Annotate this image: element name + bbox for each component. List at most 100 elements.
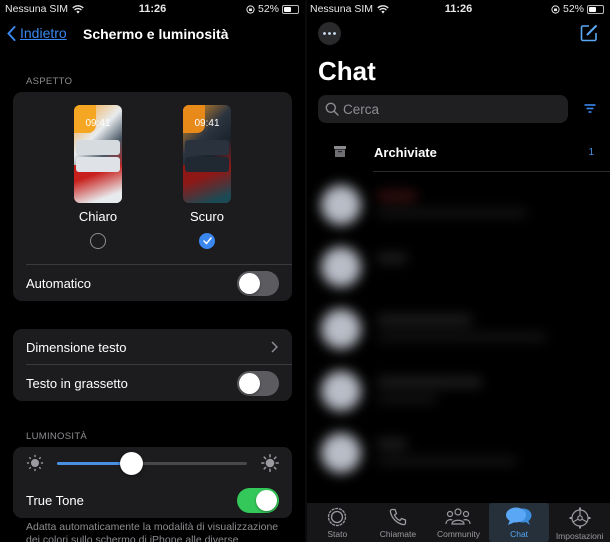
- appearance-section-label: ASPETTO: [26, 76, 73, 87]
- filter-icon[interactable]: [584, 104, 596, 113]
- tab-bar: Stato Chiamate Community Chat Impostazio…: [307, 503, 610, 542]
- avatar: [321, 247, 361, 287]
- search-placeholder: Cerca: [343, 101, 380, 117]
- true-tone-row: True Tone: [13, 482, 292, 518]
- chat-name-blurred: [377, 377, 482, 387]
- preview-time: 09:41: [85, 118, 111, 129]
- whatsapp-chats-screen: Nessuna SIM 11:26 52% Chat Cerca Archivi…: [307, 0, 610, 542]
- back-button[interactable]: Indietro: [7, 25, 67, 41]
- chat-preview-blurred: [377, 457, 517, 465]
- search-input[interactable]: Cerca: [318, 95, 568, 123]
- battery-percent: 52%: [562, 3, 584, 15]
- chevron-left-icon: [7, 25, 16, 41]
- checkmark-icon: [202, 237, 212, 245]
- chat-name-blurred: [377, 191, 417, 201]
- sun-large-icon: [261, 454, 279, 472]
- tab-chat[interactable]: Chat: [488, 503, 550, 542]
- light-mode-label: Chiaro: [78, 209, 118, 224]
- chat-name-blurred: [377, 253, 407, 263]
- true-tone-label: True Tone: [26, 492, 84, 508]
- tab-settings[interactable]: Impostazioni: [549, 503, 610, 542]
- compose-icon[interactable]: [580, 24, 598, 42]
- automatic-toggle[interactable]: [237, 270, 279, 296]
- light-mode-preview[interactable]: 09:41: [74, 105, 122, 203]
- light-mode-radio[interactable]: [90, 233, 106, 249]
- archived-label: Archiviate: [374, 145, 437, 160]
- archived-count: 1: [588, 147, 594, 158]
- preview-notification: [76, 140, 120, 155]
- true-tone-toggle[interactable]: [237, 487, 279, 513]
- battery-icon: [587, 4, 604, 14]
- bold-text-toggle[interactable]: [237, 370, 279, 396]
- status-right: 52%: [246, 3, 299, 15]
- brightness-card: True Tone: [13, 447, 292, 518]
- text-size-label: Dimensione testo: [26, 339, 127, 355]
- archived-row[interactable]: Archiviate 1: [307, 140, 610, 166]
- preview-notification: [185, 140, 229, 155]
- tab-label: Impostazioni: [555, 531, 604, 541]
- avatar: [321, 371, 361, 411]
- tab-status[interactable]: Stato: [307, 503, 368, 542]
- status-bar: Nessuna SIM 11:26 52%: [307, 0, 610, 18]
- dark-mode-label: Scuro: [190, 209, 224, 224]
- avatar: [321, 433, 361, 473]
- page-title: Chat: [318, 56, 376, 86]
- chat-name-blurred: [377, 315, 472, 325]
- chat-preview-blurred: [377, 333, 547, 341]
- status-icon: [328, 507, 347, 527]
- preview-notification: [76, 157, 120, 172]
- orientation-lock-icon: [246, 4, 255, 14]
- brightness-section-label: LUMINOSITÀ: [26, 431, 88, 442]
- chevron-right-icon: [271, 341, 278, 353]
- list-item[interactable]: [307, 421, 610, 483]
- archive-box-icon: [334, 146, 346, 157]
- status-right: 52%: [551, 3, 604, 15]
- tab-community[interactable]: Community: [428, 503, 489, 542]
- orientation-lock-icon: [551, 4, 560, 14]
- preview-notification: [185, 157, 229, 172]
- gear-icon: [569, 507, 591, 529]
- nav-bar: Indietro Schermo e luminosità: [0, 24, 305, 46]
- avatar: [321, 309, 361, 349]
- more-options-button[interactable]: [318, 22, 341, 45]
- tab-label: Chiamate: [379, 529, 417, 539]
- tab-label: Community: [436, 529, 480, 539]
- search-icon: [325, 102, 339, 116]
- dark-mode-preview[interactable]: 09:41: [183, 105, 231, 203]
- list-item[interactable]: [307, 297, 610, 359]
- chat-list-blurred: [307, 173, 610, 503]
- text-size-row[interactable]: Dimensione testo: [13, 329, 292, 365]
- list-item[interactable]: [307, 359, 610, 421]
- preview-time: 09:41: [194, 118, 220, 129]
- chat-name-blurred: [377, 439, 407, 449]
- phone-icon: [389, 508, 407, 526]
- row-divider: [373, 171, 610, 172]
- bold-text-label: Testo in grassetto: [26, 375, 128, 391]
- ellipsis-icon: [323, 32, 336, 35]
- chat-bubbles-icon: [506, 507, 532, 525]
- sun-small-icon: [26, 454, 44, 472]
- back-label: Indietro: [20, 25, 67, 41]
- status-bar: Nessuna SIM 11:26 52%: [0, 0, 305, 18]
- list-item[interactable]: [307, 235, 610, 297]
- chat-preview-blurred: [377, 395, 437, 403]
- tab-calls[interactable]: Chiamate: [368, 503, 429, 542]
- page-title: Schermo e luminosità: [83, 26, 229, 42]
- automatic-row: Automatico: [13, 265, 292, 301]
- tab-label: Stato: [327, 529, 348, 539]
- tab-label: Chat: [510, 529, 529, 539]
- brightness-slider[interactable]: [57, 452, 247, 475]
- community-icon: [445, 508, 472, 525]
- appearance-card: 09:41 Chiaro 09:41 Scuro Automatico: [13, 92, 292, 301]
- dark-mode-radio[interactable]: [199, 233, 215, 249]
- chat-preview-blurred: [377, 209, 527, 217]
- list-item[interactable]: [307, 173, 610, 235]
- text-settings-card: Dimensione testo Testo in grassetto: [13, 329, 292, 401]
- avatar: [321, 185, 361, 225]
- brightness-thumb[interactable]: [120, 452, 144, 475]
- display-brightness-screen: Nessuna SIM 11:26 52% Indietro Schermo e…: [0, 0, 305, 542]
- automatic-label: Automatico: [26, 275, 92, 291]
- true-tone-description: Adatta automaticamente la modalità di vi…: [26, 521, 279, 542]
- battery-percent: 52%: [257, 3, 279, 15]
- battery-icon: [282, 4, 299, 14]
